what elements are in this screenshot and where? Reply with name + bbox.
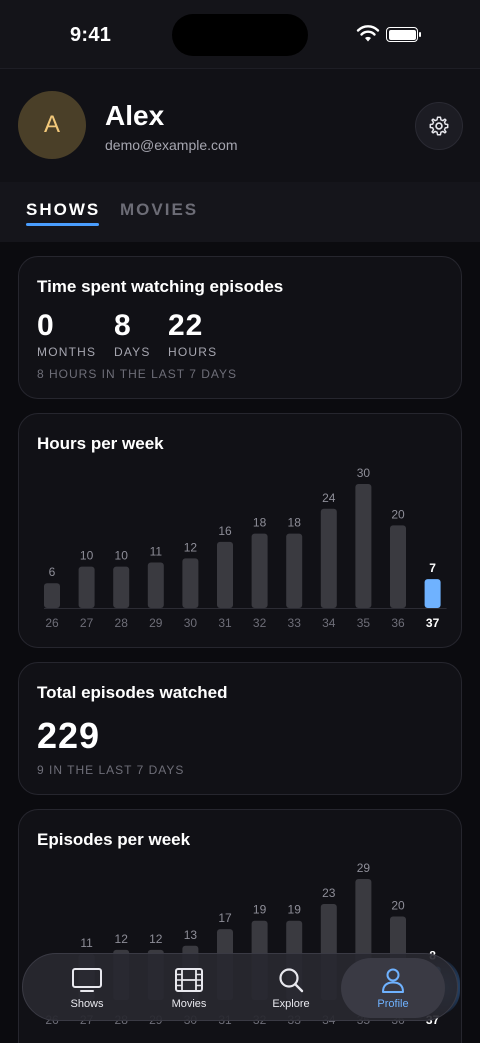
- bar-value-label: 19: [288, 903, 302, 917]
- bar-value-label: 11: [150, 545, 163, 559]
- chart-bar: [44, 583, 60, 608]
- search-icon: [279, 968, 304, 993]
- stat-unit: MONTHS: [37, 345, 97, 359]
- stat-hours: 22 HOURS: [168, 309, 217, 359]
- wifi-icon: [356, 25, 380, 42]
- battery-icon: [386, 27, 421, 42]
- nav-label: Shows: [70, 998, 104, 1010]
- time-spent-note: 8 HOURS IN THE LAST 7 DAYS: [37, 367, 238, 381]
- stat-unit: HOURS: [168, 345, 218, 359]
- x-tick-label: 35: [357, 616, 371, 630]
- x-tick-label: 28: [115, 616, 129, 630]
- film-icon: [175, 968, 203, 992]
- nav-label: Movies: [171, 998, 207, 1010]
- tab-movies[interactable]: MOVIES: [120, 200, 198, 220]
- stat-value: 8: [114, 309, 132, 342]
- avatar[interactable]: A: [18, 91, 86, 159]
- person-icon: [382, 968, 404, 993]
- bottom-nav: Shows Movies Explore Profile: [22, 953, 458, 1021]
- bar-value-label: 11: [80, 936, 93, 950]
- bar-value-label: 6: [49, 565, 56, 579]
- total-episodes-title: Total episodes watched: [37, 683, 228, 702]
- total-episodes-note: 9 IN THE LAST 7 DAYS: [37, 763, 185, 777]
- x-tick-label: 31: [218, 616, 232, 630]
- tv-icon: [72, 968, 102, 992]
- status-bar: 9:41: [0, 0, 480, 68]
- bar-value-label: 20: [391, 899, 405, 913]
- chart-bar: [320, 508, 337, 608]
- x-tick-label: 30: [184, 616, 198, 630]
- dynamic-island: [172, 14, 308, 56]
- bar-value-label: 19: [253, 903, 267, 917]
- bar-value-label: 20: [391, 507, 405, 521]
- nav-profile[interactable]: Profile: [341, 958, 445, 1018]
- profile-header: A Alex demo@example.com: [0, 68, 480, 182]
- time-spent-title: Time spent watching episodes: [37, 277, 284, 296]
- stat-days: 8 DAYS: [114, 309, 151, 359]
- nav-explore[interactable]: Explore: [239, 954, 343, 1022]
- bar-value-label: 13: [184, 928, 198, 942]
- bar-value-label: 30: [357, 466, 371, 480]
- bar-value-label: 12: [184, 540, 198, 554]
- stat-value: 22: [168, 309, 204, 342]
- bar-value-label: 17: [218, 911, 232, 925]
- x-tick-label: 29: [149, 616, 163, 630]
- stat-value: 0: [37, 309, 55, 342]
- chart-bar: [286, 533, 303, 608]
- bar-value-label: 24: [322, 491, 336, 505]
- tabs-bar: SHOWS MOVIES: [0, 182, 480, 242]
- bar-value-label: 7: [429, 561, 436, 575]
- x-tick-label: 34: [322, 616, 336, 630]
- chart-bar: [251, 533, 268, 608]
- bar-value-label: 12: [115, 932, 129, 946]
- nav-shows[interactable]: Shows: [35, 954, 139, 1022]
- bar-value-label: 12: [149, 932, 163, 946]
- bar-value-label: 29: [357, 861, 371, 875]
- tab-shows[interactable]: SHOWS: [26, 200, 100, 220]
- chart-bar: [113, 566, 130, 608]
- bar-value-label: 10: [115, 549, 129, 563]
- chart-bar: [424, 579, 441, 608]
- hours-per-week-chart: 6 26 10 27 10 28 11 29 12 30 16 31 18 32 18 33 24 34 30 35 2…: [44, 466, 447, 630]
- x-tick-label: 33: [288, 616, 302, 630]
- x-tick-label: 32: [253, 616, 267, 630]
- x-tick-label: 37: [426, 616, 440, 630]
- bar-value-label: 18: [288, 516, 302, 530]
- chart-bar: [217, 541, 233, 608]
- x-tick-label: 36: [391, 616, 405, 630]
- settings-button[interactable]: [415, 102, 463, 150]
- user-email: demo@example.com: [105, 137, 238, 153]
- status-time: 9:41: [70, 24, 112, 46]
- nav-label: Profile: [377, 998, 409, 1010]
- chart-bar: [78, 566, 95, 608]
- time-spent-card: Time spent watching episodes 0 MONTHS 8 …: [18, 256, 462, 399]
- active-tab-indicator: [26, 223, 99, 226]
- gear-icon: [429, 116, 449, 136]
- nav-label: Explore: [272, 998, 310, 1010]
- x-tick-label: 26: [45, 616, 59, 630]
- x-tick-label: 27: [80, 616, 94, 630]
- total-episodes-value: 229: [37, 715, 101, 756]
- user-name: Alex: [105, 100, 165, 131]
- bar-value-label: 23: [322, 886, 336, 900]
- stat-unit: DAYS: [114, 345, 151, 359]
- bar-value-label: 10: [80, 549, 94, 563]
- chart-bar: [182, 558, 199, 608]
- chart-bar: [355, 484, 372, 608]
- chart-bar: [390, 525, 406, 608]
- stat-months: 0 MONTHS: [37, 309, 96, 359]
- hours-per-week-card: Hours per week 6 26 10 27 10 28 11 29 12 30 16 31 18…: [18, 413, 462, 648]
- bar-value-label: 18: [253, 516, 267, 530]
- nav-movies[interactable]: Movies: [137, 954, 241, 1022]
- chart-bar: [147, 562, 164, 608]
- bar-value-label: 16: [218, 524, 232, 538]
- total-episodes-card: Total episodes watched 229 9 IN THE LAST…: [18, 662, 462, 795]
